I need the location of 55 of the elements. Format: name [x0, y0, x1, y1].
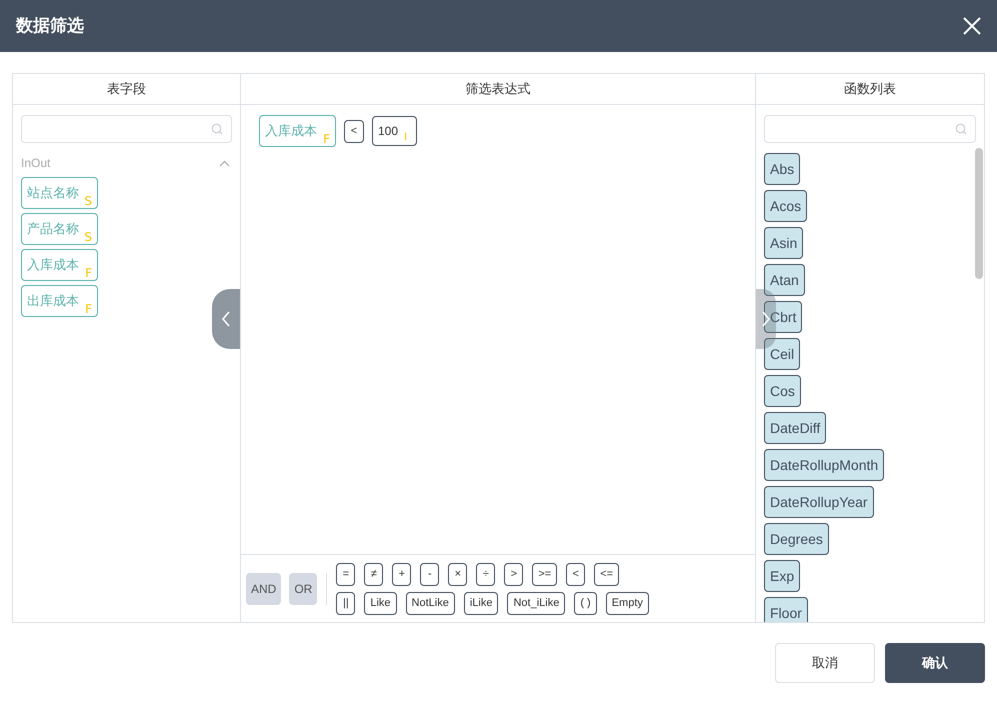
type-label: S	[84, 231, 92, 243]
function-button[interactable]: Exp	[764, 560, 800, 592]
operator-button[interactable]: ×	[448, 562, 468, 586]
operator-button[interactable]: ||	[336, 592, 356, 614]
confirm-button[interactable]: 确认	[885, 643, 985, 683]
function-button[interactable]: Abs	[764, 153, 800, 185]
operator-button[interactable]: <	[566, 562, 586, 586]
type-label: S	[84, 195, 92, 207]
type-label: I	[404, 132, 408, 143]
cancel-button[interactable]: 取消	[775, 643, 875, 683]
window-title: 数据筛选	[16, 15, 84, 38]
search-field[interactable]	[764, 115, 976, 143]
group-name: InOut	[21, 155, 50, 172]
operator-button[interactable]: NotLike	[406, 592, 455, 614]
operator-button[interactable]: ÷	[476, 562, 496, 586]
operator-button[interactable]: >	[504, 562, 524, 586]
function-button[interactable]: DateRollupYear	[764, 486, 874, 518]
function-button[interactable]: Degrees	[764, 523, 829, 555]
type-label: F	[323, 133, 330, 145]
operator-button[interactable]: +	[392, 562, 412, 586]
function-button[interactable]: Cos	[764, 375, 801, 407]
type-label: F	[85, 267, 92, 279]
logic-button[interactable]: OR	[289, 572, 318, 604]
scrollbar[interactable]	[975, 148, 983, 279]
operator-button[interactable]: <=	[594, 562, 620, 586]
type-label: F	[85, 303, 92, 315]
search-icon	[211, 123, 223, 135]
function-button[interactable]: DateRollupMonth	[764, 449, 884, 481]
logic-button[interactable]: AND	[246, 572, 282, 604]
operator-button[interactable]: ( )	[574, 592, 597, 614]
value-token[interactable]: 100 I	[372, 116, 418, 146]
function-button[interactable]: DateDiff	[764, 412, 826, 444]
search-icon	[955, 123, 967, 135]
operator-button[interactable]: >=	[532, 562, 558, 586]
panel-title: 函数列表	[844, 80, 896, 98]
operator-button[interactable]: iLike	[464, 592, 498, 614]
close-button[interactable]	[961, 15, 983, 37]
search-field[interactable]	[21, 115, 232, 143]
function-button[interactable]: Cbrt	[764, 301, 802, 333]
panel-title: 筛选表达式	[466, 80, 530, 98]
panel-title: 表字段	[107, 80, 146, 98]
operator-button[interactable]: Not_iLike	[507, 592, 566, 614]
function-button[interactable]: Acos	[764, 190, 808, 222]
function-button[interactable]: Floor	[764, 597, 808, 622]
operator-button[interactable]: Empty	[606, 592, 649, 614]
operator-button[interactable]: -	[420, 562, 440, 586]
chevron-up-icon[interactable]	[219, 160, 230, 166]
function-button[interactable]: Asin	[764, 227, 804, 259]
operator-button[interactable]: =	[336, 562, 356, 586]
collapse-left-handle[interactable]	[212, 289, 240, 349]
function-button[interactable]: Atan	[764, 264, 805, 296]
operator-token[interactable]: <	[344, 120, 364, 142]
operator-button[interactable]: ≠	[364, 562, 384, 586]
operator-button[interactable]: Like	[364, 592, 397, 614]
function-button[interactable]: Ceil	[764, 338, 800, 370]
